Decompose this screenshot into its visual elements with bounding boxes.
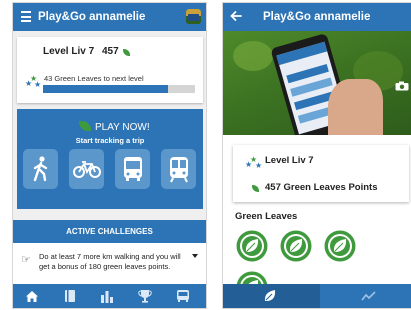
leaf-icon — [252, 185, 259, 192]
info-card: ★ ★ ★ Level Liv 7 457 Green Leaves Point… — [233, 145, 409, 202]
chevron-down-icon[interactable] — [192, 254, 198, 258]
level-progress-fill — [43, 85, 168, 93]
nav-diary[interactable] — [62, 288, 78, 304]
level-label: Level Liv 7 — [43, 46, 95, 57]
leaf-icon — [123, 49, 130, 56]
back-arrow-icon[interactable] — [229, 9, 243, 23]
profile-screen: Play&Go annamelie ★ ★ ★ Level Liv 7 457 … — [222, 2, 411, 309]
points-value: 457 — [102, 46, 119, 57]
active-challenges-header: ACTIVE CHALLENGES — [13, 220, 206, 243]
camera-icon[interactable] — [395, 81, 409, 91]
nav-tab-leaves[interactable] — [223, 284, 320, 308]
hamburger-icon[interactable] — [21, 11, 31, 22]
diary-icon — [65, 290, 75, 302]
level-label: Level Liv 7 — [265, 155, 314, 166]
bus-button[interactable] — [115, 149, 150, 189]
app-title: Play&Go annamelie — [263, 11, 371, 23]
stars-icon: ★ ★ ★ — [245, 155, 263, 170]
points-label: 457 Green Leaves Points — [265, 182, 378, 193]
app-title: Play&Go annamelie — [38, 11, 146, 23]
bus-thumbnail-icon[interactable] — [186, 9, 201, 24]
app-bar: Play&Go annamelie — [13, 3, 206, 31]
bus-icon — [177, 290, 189, 302]
green-leaves-heading: Green Leaves — [235, 211, 298, 222]
nav-tab-stats[interactable] — [321, 284, 411, 308]
start-tracking-text: Start tracking a trip — [75, 136, 145, 145]
stats-icon — [101, 290, 113, 303]
stars-icon: ★ ★ ★ — [25, 74, 42, 89]
level-progress-bar — [43, 85, 195, 93]
bus-icon — [123, 157, 142, 181]
home-screen: Play&Go annamelie Level Liv 7 457 ★ ★ ★ … — [12, 2, 207, 309]
next-level-text: 43 Green Leaves to next level — [44, 74, 144, 83]
challenge-text: Do at least 7 more km walking and you wi… — [39, 252, 181, 271]
bike-icon — [72, 161, 101, 178]
challenge-item[interactable]: ☞ Do at least 7 more km walking and you … — [13, 243, 206, 285]
level-card[interactable]: Level Liv 7 457 ★ ★ ★ 43 Green Leaves to… — [17, 37, 203, 103]
play-now-button[interactable]: PLAY NOW! — [95, 122, 150, 133]
walk-button[interactable] — [23, 149, 58, 189]
nav-bus[interactable] — [175, 288, 191, 304]
green-leaf-badge-icon[interactable] — [280, 230, 312, 262]
green-leaf-badge-icon[interactable] — [324, 230, 356, 262]
nav-stats[interactable] — [99, 288, 115, 304]
nav-home[interactable] — [24, 288, 40, 304]
train-icon — [169, 157, 188, 183]
bottom-nav — [13, 284, 206, 308]
trend-chart-icon — [361, 291, 376, 301]
green-leaf-badge-icon[interactable] — [236, 230, 268, 262]
active-challenges-title: ACTIVE CHALLENGES — [66, 227, 153, 236]
bike-button[interactable] — [69, 149, 104, 189]
profile-photo — [223, 31, 411, 135]
bottom-nav — [223, 284, 411, 308]
app-bar: Play&Go annamelie — [223, 3, 411, 31]
play-panel: PLAY NOW! Start tracking a trip — [17, 109, 203, 209]
nav-trophy[interactable] — [137, 288, 153, 304]
leaf-icon — [79, 121, 91, 131]
walk-icon — [33, 156, 47, 182]
trophy-icon — [138, 290, 152, 303]
leaf-icon — [264, 290, 276, 301]
home-icon — [26, 290, 38, 302]
train-button[interactable] — [161, 149, 196, 189]
pointing-hand-icon: ☞ — [21, 254, 31, 266]
